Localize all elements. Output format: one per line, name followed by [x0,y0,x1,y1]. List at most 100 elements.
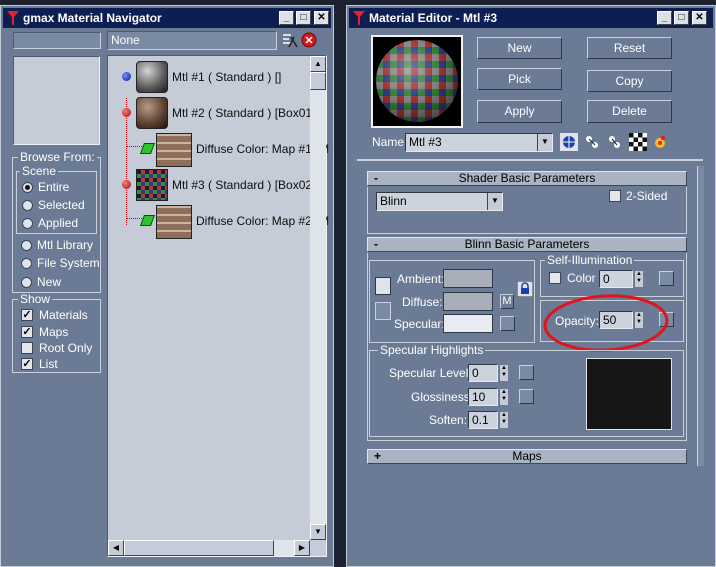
rollout-title: Blinn Basic Parameters [464,237,590,251]
close-button[interactable]: ✕ [314,11,329,25]
navigator-search-box[interactable] [13,32,101,49]
scene-label: Scene [20,164,59,178]
material-navigator-window: gmax Material Navigator _ □ ✕ None Brows… [0,5,334,567]
scene-entire-label: Entire [38,180,70,194]
brick-map-thumbnail [156,133,192,167]
gmax-logo-icon [7,11,19,25]
pick-button[interactable]: Pick [477,68,562,90]
glossiness-spinner[interactable]: ▲ ▼ [499,388,509,406]
assign-material-icon[interactable] [583,133,601,151]
editor-title-bar[interactable]: Material Editor - Mtl #3 _ □ ✕ [349,8,713,28]
soften-field[interactable]: 0.1 [468,411,498,429]
two-sided-checkbox[interactable] [609,190,621,202]
rollout-toggle: + [374,449,382,463]
file-system-label: File System [37,256,100,270]
material-editor-window: Material Editor - Mtl #3 _ □ ✕ New Reset… [346,5,716,567]
file-system-radio[interactable] [21,258,32,269]
scroll-up-arrow-icon[interactable]: ▲ [310,56,326,72]
reset-button[interactable]: Reset [587,37,672,59]
material-type-icon[interactable] [560,133,578,151]
specular-level-field[interactable]: 0 [468,364,498,382]
self-illum-value-field[interactable]: 0 [599,270,633,288]
show-root-only-checkbox[interactable] [21,342,33,354]
maximize-button[interactable]: □ [674,11,689,25]
tree-item-map2[interactable]: Diffuse Color: Map #2 (M [120,204,329,239]
scroll-thumb[interactable] [124,540,274,556]
self-illum-map-button[interactable] [659,271,674,286]
navigator-name-field[interactable]: None [107,31,277,50]
gmax-logo-icon [353,11,365,25]
ambient-color-swatch[interactable] [443,269,493,288]
self-illum-color-checkbox[interactable] [549,272,561,284]
tree-horizontal-scrollbar[interactable]: ◀ ▶ [108,540,310,556]
glossiness-map-button[interactable] [519,389,534,404]
chevron-down-icon[interactable]: ▼ [537,134,552,151]
editor-scroll-strip[interactable] [697,166,704,466]
mtl-library-label: Mtl Library [37,238,94,252]
lock-icon[interactable] [517,281,533,297]
soften-spinner[interactable]: ▲ ▼ [499,411,509,429]
ambient-label: Ambient: [397,272,445,286]
material-name-value: Mtl #3 [409,135,442,149]
maps-rollout[interactable]: + Maps [367,449,687,464]
tree-item-map1[interactable]: Diffuse Color: Map #1 (M [120,132,329,167]
shader-basic-parameters-rollout[interactable]: - Shader Basic Parameters [367,171,687,186]
close-button[interactable]: ✕ [692,11,707,25]
pick-material-icon[interactable] [281,32,299,50]
scene-group: Scene Entire Selected Applied [16,165,97,234]
lock-ambient-diffuse-icon[interactable] [375,277,391,295]
apply-button[interactable]: Apply [477,100,562,123]
delete-material-icon[interactable] [301,32,317,48]
scroll-right-arrow-icon[interactable]: ▶ [294,540,310,556]
highlight-ellipse [543,294,669,352]
material-tree-list[interactable]: Mtl #1 ( Standard ) [] Mtl #2 ( Standard… [107,55,329,557]
tree-item-mtl3[interactable]: Mtl #3 ( Standard ) [Box02] [120,168,316,202]
tree-item-mtl1[interactable]: Mtl #1 ( Standard ) [] [120,60,316,94]
material-name-combo[interactable]: Mtl #3 ▼ [405,133,553,152]
tree-item-mtl2[interactable]: Mtl #2 ( Standard ) [Box01] [120,96,316,130]
shader-type-combo[interactable]: Blinn ▼ [376,192,503,211]
scene-applied-label: Applied [38,216,79,230]
scene-applied-radio[interactable] [22,218,33,229]
chevron-down-icon[interactable]: ▼ [487,193,502,210]
rollout-toggle: - [374,237,378,251]
self-illum-color-label: Color [567,271,596,285]
minimize-button[interactable]: _ [657,11,672,25]
lock-diffuse-specular-icon[interactable] [375,302,391,320]
delete-button[interactable]: Delete [587,100,672,123]
scroll-down-arrow-icon[interactable]: ▼ [310,524,326,540]
new-radio[interactable] [21,277,32,288]
rollout-title: Maps [512,449,542,463]
specular-color-swatch[interactable] [443,314,493,333]
mtl-library-radio[interactable] [21,240,32,251]
navigator-title-bar[interactable]: gmax Material Navigator _ □ ✕ [3,8,331,28]
background-checker-icon[interactable] [629,133,647,151]
material-sample-slot[interactable] [371,35,463,128]
specular-highlights-label: Specular Highlights [378,343,486,357]
specular-map-button[interactable] [500,316,515,331]
show-materials-checkbox[interactable]: ✓ [21,309,33,321]
put-material-icon[interactable] [605,133,623,151]
scene-selected-radio[interactable] [22,200,33,211]
specular-level-map-button[interactable] [519,365,534,380]
diffuse-color-swatch[interactable] [443,292,493,311]
maximize-button[interactable]: □ [296,11,311,25]
tree-vertical-scrollbar[interactable]: ▲ ▼ [310,56,326,540]
new-material-button[interactable]: New [477,37,562,59]
diffuse-map-button[interactable]: M [500,294,514,309]
scene-entire-radio[interactable] [22,182,33,193]
blinn-basic-parameters-rollout[interactable]: - Blinn Basic Parameters [367,237,687,252]
copy-button[interactable]: Copy [587,70,672,92]
specular-level-spinner[interactable]: ▲ ▼ [499,364,509,382]
show-maps-label: Maps [39,325,69,339]
scroll-left-arrow-icon[interactable]: ◀ [108,540,124,556]
show-list-checkbox[interactable]: ✓ [21,358,33,370]
glossiness-field[interactable]: 10 [468,388,498,406]
navigator-title: gmax Material Navigator [23,11,162,25]
minimize-button[interactable]: _ [279,11,294,25]
self-illum-spinner[interactable]: ▲ ▼ [634,270,644,288]
show-maps-checkbox[interactable]: ✓ [21,326,33,338]
material-sphere-thumbnail [136,61,168,93]
options-color-icon[interactable] [652,134,668,150]
scroll-thumb[interactable] [310,72,326,90]
